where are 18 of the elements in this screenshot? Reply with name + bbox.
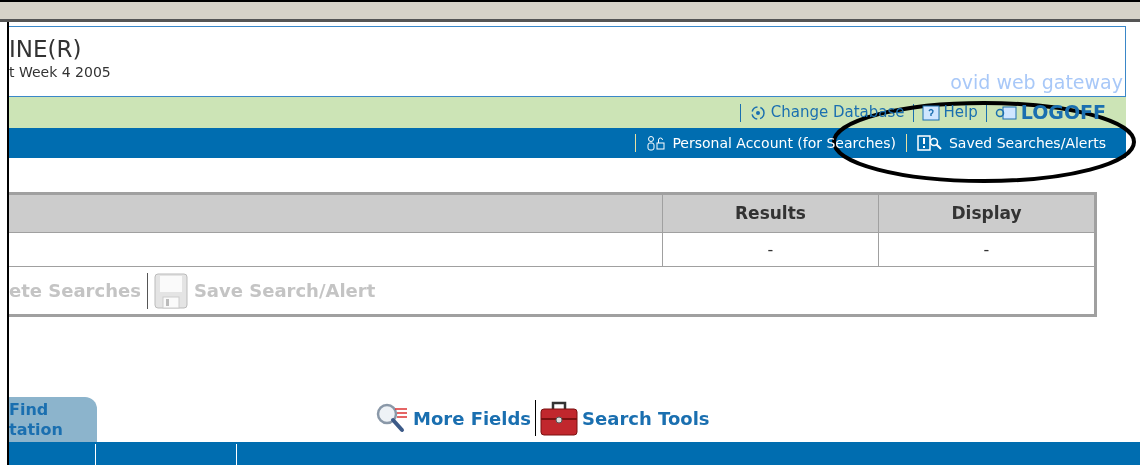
brand-text: ovid web gateway <box>950 69 1124 95</box>
nav-link[interactable]: Saved Searches/Alerts <box>916 132 1106 154</box>
nav-link[interactable]: Help <box>921 101 978 124</box>
toolbox-icon <box>540 400 579 436</box>
table-cell: - <box>662 233 878 266</box>
alert-search-icon <box>916 135 943 151</box>
search-tab[interactable]: Find tation <box>9 397 97 442</box>
search-link[interactable]: More Fields <box>375 402 532 434</box>
person-lock-icon <box>646 135 667 151</box>
database-subtitle: t Week 4 2005 <box>9 63 111 81</box>
database-title: INE(R) <box>9 35 83 63</box>
column-header: Display <box>878 195 1094 232</box>
magnifier-icon <box>375 402 409 434</box>
help-icon <box>921 104 940 121</box>
circular-arrows-icon <box>748 103 767 122</box>
column-header: Results <box>662 195 878 232</box>
search-link[interactable]: Search Tools <box>540 400 710 436</box>
table-cell: - <box>878 233 1094 266</box>
